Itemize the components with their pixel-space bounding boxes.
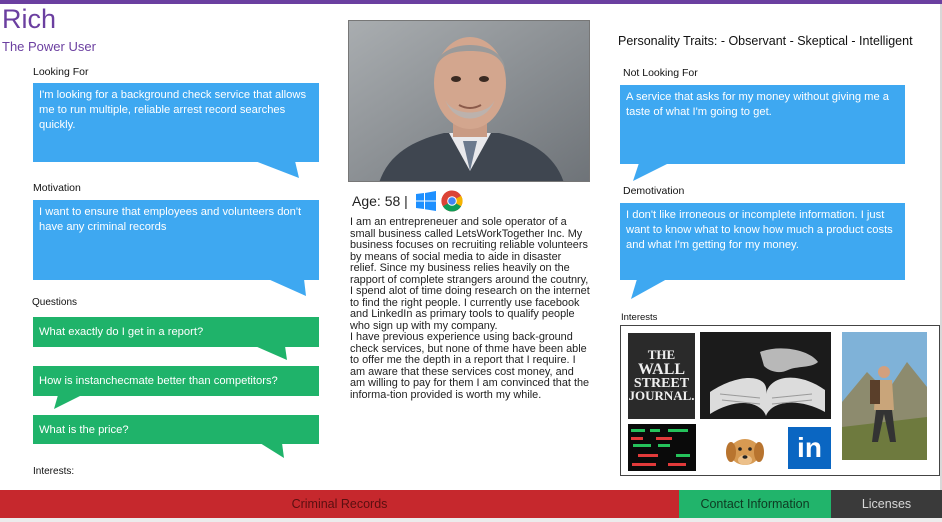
motivation-text: I want to ensure that employees and volu… — [39, 206, 302, 233]
looking-for-bubble: I'm looking for a background check servi… — [33, 83, 319, 162]
windows-icon — [415, 191, 436, 211]
question-text: What exactly do I get in a report? — [39, 326, 204, 338]
wsj-logo-line: JOURNAL. — [628, 388, 695, 404]
hiking-image — [842, 332, 927, 460]
not-looking-for-text: A service that asks for my money without… — [626, 91, 890, 118]
footer-strip — [0, 518, 942, 522]
question-item: How is instanchecmate better than compet… — [33, 366, 319, 396]
demotivation-text: I don't like irroneous or incomplete inf… — [626, 209, 893, 251]
question-bubble-tail — [255, 346, 287, 360]
looking-for-label: Looking For — [33, 66, 89, 78]
motivation-label: Motivation — [33, 182, 81, 194]
wsj-logo-line: WALL — [637, 360, 686, 378]
question-item: What exactly do I get in a report? — [33, 317, 319, 347]
dog-image — [718, 426, 772, 472]
question-text: How is instanchecmate better than compet… — [39, 375, 278, 387]
demotivation-bubble: I don't like irroneous or incomplete inf… — [620, 203, 905, 280]
linkedin-icon: in — [788, 427, 831, 469]
persona-name: Rich — [2, 4, 57, 34]
age-row: Age: 58 | — [352, 190, 463, 212]
not-looking-for-label: Not Looking For — [623, 67, 698, 79]
demotivation-label: Demotivation — [623, 185, 685, 197]
question-text: What is the price? — [39, 424, 129, 436]
motivation-bubble: I want to ensure that employees and volu… — [33, 200, 319, 280]
linkedin-logo-text: in — [797, 432, 822, 463]
persona-role: The Power User — [2, 39, 96, 54]
question-item: What is the price? — [33, 415, 319, 444]
interests-collage: THE WALL STREET JOURNAL. in — [620, 325, 940, 476]
chrome-icon — [441, 190, 463, 212]
bio-paragraph: I am an entrepreneuer and sole operator … — [350, 216, 590, 332]
interests-right-label: Interests — [621, 312, 658, 323]
personality-traits: Personality Traits: - Observant - Skepti… — [618, 34, 913, 48]
persona-age: Age: 58 | — [352, 193, 408, 209]
persona-bio: I am an entrepreneuer and sole operator … — [350, 216, 590, 401]
wsj-logo-line: THE — [647, 347, 676, 363]
looking-for-text: I'm looking for a background check servi… — [39, 89, 307, 131]
question-bubble-tail — [260, 443, 284, 458]
persona-portrait-illustration — [349, 21, 589, 181]
motivation-bubble-tail — [268, 279, 306, 296]
wsj-logo: THE WALL STREET JOURNAL. — [628, 333, 695, 419]
demotivation-bubble-tail — [631, 279, 667, 299]
stock-ticker-image — [628, 424, 696, 471]
tab-contact-information[interactable]: Contact Information — [679, 490, 831, 518]
not-looking-for-bubble-tail — [633, 163, 669, 181]
question-bubble-tail — [54, 395, 82, 409]
tab-contact-information-label: Contact Information — [700, 497, 810, 511]
reading-book-image — [700, 332, 831, 419]
tab-licenses[interactable]: Licenses — [831, 490, 942, 518]
tab-criminal-records-label: Criminal Records — [291, 497, 388, 511]
not-looking-for-bubble: A service that asks for my money without… — [620, 85, 905, 164]
tab-licenses-label: Licenses — [861, 497, 912, 511]
top-accent-rule — [0, 0, 942, 4]
persona-photo — [348, 20, 590, 182]
looking-for-bubble-tail — [255, 161, 299, 178]
footer-tab-bar: Criminal Records Contact Information Lic… — [0, 490, 942, 522]
interests-left-label: Interests: — [33, 466, 75, 477]
questions-label: Questions — [32, 297, 78, 308]
tab-criminal-records[interactable]: Criminal Records — [0, 490, 679, 518]
bio-paragraph: I have previous experience using back-gr… — [350, 331, 590, 401]
